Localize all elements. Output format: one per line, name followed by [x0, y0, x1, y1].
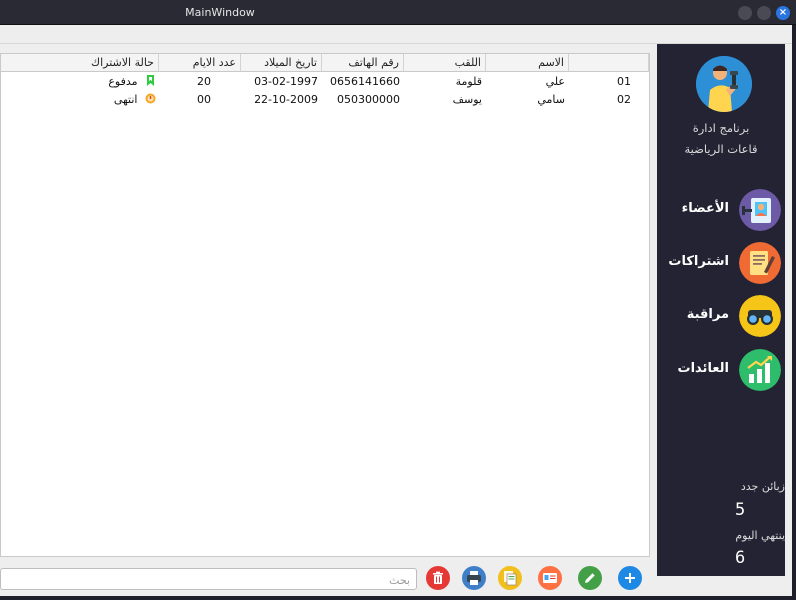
- status-text: انتهى: [113, 93, 138, 106]
- cell-days: 20: [197, 75, 211, 88]
- members-table[interactable]: الاسم اللقب رقم الهاتف تاريخ الميلاد عدد…: [0, 53, 650, 557]
- nav-label: العائدات: [677, 361, 729, 376]
- search-input[interactable]: [1, 570, 416, 591]
- minimize-button[interactable]: [738, 6, 752, 20]
- cell-birthdate: 03-02-1997: [254, 75, 318, 88]
- close-icon: ×: [778, 7, 788, 18]
- row-id: 02: [617, 93, 631, 106]
- window-title: MainWindow: [185, 6, 255, 19]
- id-card-icon: [543, 573, 557, 583]
- plus-icon: [625, 573, 635, 583]
- pencil-icon: [585, 573, 595, 583]
- cell-name: سامي: [537, 93, 565, 106]
- athlete-logo-icon: [696, 56, 752, 112]
- nav-item-subscriptions[interactable]: اشتراكات: [657, 242, 785, 284]
- app-name-line2: قاعات الرياضية: [684, 142, 758, 156]
- print-button[interactable]: [462, 566, 486, 590]
- status-text: مدفوع: [108, 75, 138, 88]
- row-id: 01: [617, 75, 631, 88]
- cell-status: مدفوع: [1, 73, 159, 91]
- nav-item-monitoring[interactable]: مراقبة: [657, 295, 785, 337]
- trash-icon: [433, 571, 443, 584]
- column-header-status[interactable]: حالة الاشتراك: [1, 54, 159, 72]
- app-name-line1: برنامج ادارة: [692, 121, 750, 135]
- cell-status: انتهى: [1, 91, 159, 109]
- column-header-phone[interactable]: رقم الهاتف: [322, 54, 404, 72]
- header-corner: [569, 54, 649, 72]
- binoculars-icon: [739, 295, 781, 337]
- printer-icon: [467, 571, 481, 585]
- column-header-name[interactable]: الاسم: [486, 54, 569, 72]
- nav-item-members[interactable]: الأعضاء: [657, 189, 785, 231]
- nav-item-revenue[interactable]: العائدات: [657, 349, 785, 391]
- cell-lastname: يوسف: [452, 93, 482, 106]
- nav-label: الأعضاء: [681, 201, 729, 216]
- add-button[interactable]: [618, 566, 642, 590]
- cell-phone: 050300000: [337, 93, 400, 106]
- cell-name: علي: [545, 75, 565, 88]
- id-card-button[interactable]: [538, 566, 562, 590]
- sidebar: برنامج ادارة قاعات الرياضية الأعضاء اشتر…: [657, 44, 785, 576]
- cards-icon: [504, 571, 517, 586]
- new-clients-label: زبائن جدد: [740, 480, 785, 493]
- nav-label: اشتراكات: [668, 254, 729, 269]
- nav-label: مراقبة: [686, 307, 729, 322]
- subscriptions-icon: [739, 242, 781, 284]
- revenue-chart-icon: [739, 349, 781, 391]
- column-header-birthdate[interactable]: تاريخ الميلاد: [241, 54, 322, 72]
- column-header-lastname[interactable]: اللقب: [404, 54, 486, 72]
- ending-today-value: 6: [735, 548, 746, 568]
- cards-button[interactable]: [498, 566, 522, 590]
- title-bar: MainWindow ×: [0, 0, 796, 25]
- cell-lastname: قلومة: [455, 75, 482, 88]
- app-logo: [696, 56, 752, 112]
- ending-today-label: ينتهي اليوم: [735, 529, 785, 542]
- green-bookmark-icon: [147, 75, 154, 86]
- edit-button[interactable]: [578, 566, 602, 590]
- close-button[interactable]: ×: [776, 6, 790, 20]
- members-icon: [739, 189, 781, 231]
- cell-birthdate: 22-10-2009: [254, 93, 318, 106]
- search-box[interactable]: [0, 568, 417, 591]
- cell-days: 00: [197, 93, 211, 106]
- cell-phone: 0656141660: [330, 75, 400, 88]
- delete-button[interactable]: [426, 566, 450, 590]
- new-clients-value: 5: [735, 500, 746, 520]
- maximize-button[interactable]: [757, 6, 771, 20]
- orange-alert-icon: [145, 93, 156, 104]
- column-header-days[interactable]: عدد الايام: [159, 54, 241, 72]
